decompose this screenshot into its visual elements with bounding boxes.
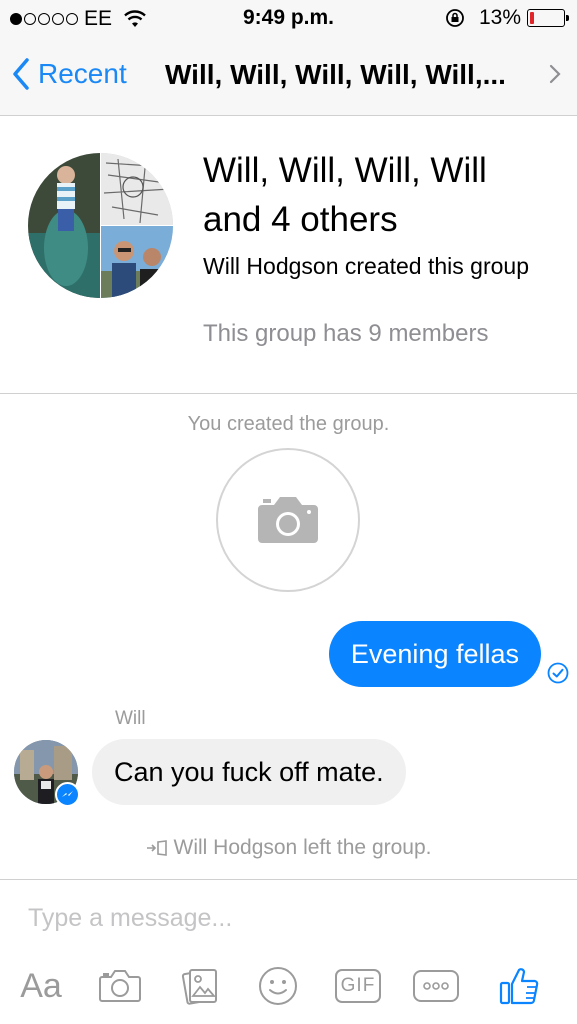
emoji-icon xyxy=(259,967,297,1005)
aa-label: Aa xyxy=(20,966,62,1005)
back-button[interactable]: Recent xyxy=(12,58,127,90)
gif-icon: GIF xyxy=(335,969,381,1003)
created-group-notice: You created the group. xyxy=(187,413,390,435)
status-bar: EE 9:49 p.m. 13% xyxy=(0,0,577,38)
battery-icon xyxy=(527,9,569,27)
more-button[interactable] xyxy=(412,962,460,1010)
group-header: Will, Will, Will, Will and 4 others Will… xyxy=(0,116,577,394)
battery-percent: 13% xyxy=(478,6,521,29)
emoji-button[interactable] xyxy=(256,962,300,1010)
group-created-by: Will Hodgson created this group xyxy=(203,253,529,279)
gif-button[interactable]: GIF xyxy=(334,962,382,1010)
back-label: Recent xyxy=(38,58,127,89)
camera-icon xyxy=(99,970,141,1002)
camera-button[interactable] xyxy=(96,962,144,1010)
composer-toolbar: Aa GIF xyxy=(0,962,577,1010)
incoming-sender-name: Will xyxy=(115,708,146,729)
chevron-left-icon xyxy=(13,58,29,90)
rotation-lock-icon xyxy=(446,9,464,27)
left-group-text: Will Hodgson left the group. xyxy=(173,836,432,859)
group-name: Will, Will, Will, Will and 4 others xyxy=(203,151,487,239)
leave-door-icon xyxy=(146,840,167,856)
gallery-icon xyxy=(181,969,217,1005)
like-button[interactable] xyxy=(496,962,544,1010)
gif-label: GIF xyxy=(340,975,376,996)
delivered-check-icon xyxy=(547,662,569,684)
chevron-right-icon[interactable] xyxy=(549,64,561,84)
battery-level xyxy=(530,12,534,24)
messenger-badge-icon xyxy=(55,782,80,807)
left-group-notice: Will Hodgson left the group. xyxy=(0,836,577,860)
text-format-button[interactable]: Aa xyxy=(16,962,66,1010)
group-avatar-image xyxy=(28,153,173,298)
conversation-title[interactable]: Will, Will, Will, Will, Will,... xyxy=(165,59,535,91)
composer: Aa GI xyxy=(0,879,577,1024)
more-icon xyxy=(413,970,459,1002)
thumbs-up-icon xyxy=(499,968,539,1005)
outgoing-message-bubble[interactable]: Evening fellas xyxy=(328,621,541,687)
message-input[interactable] xyxy=(28,898,548,938)
incoming-message-bubble[interactable]: Can you fuck off mate. xyxy=(92,739,406,805)
group-member-count[interactable]: This group has 9 members xyxy=(203,320,488,348)
status-right: 13% xyxy=(445,6,569,30)
nav-bar: Recent Will, Will, Will, Will, Will,... xyxy=(0,38,577,116)
group-avatar[interactable] xyxy=(28,153,173,298)
camera-icon xyxy=(258,497,318,543)
set-group-photo-button[interactable] xyxy=(216,448,360,592)
gallery-button[interactable] xyxy=(178,962,224,1010)
